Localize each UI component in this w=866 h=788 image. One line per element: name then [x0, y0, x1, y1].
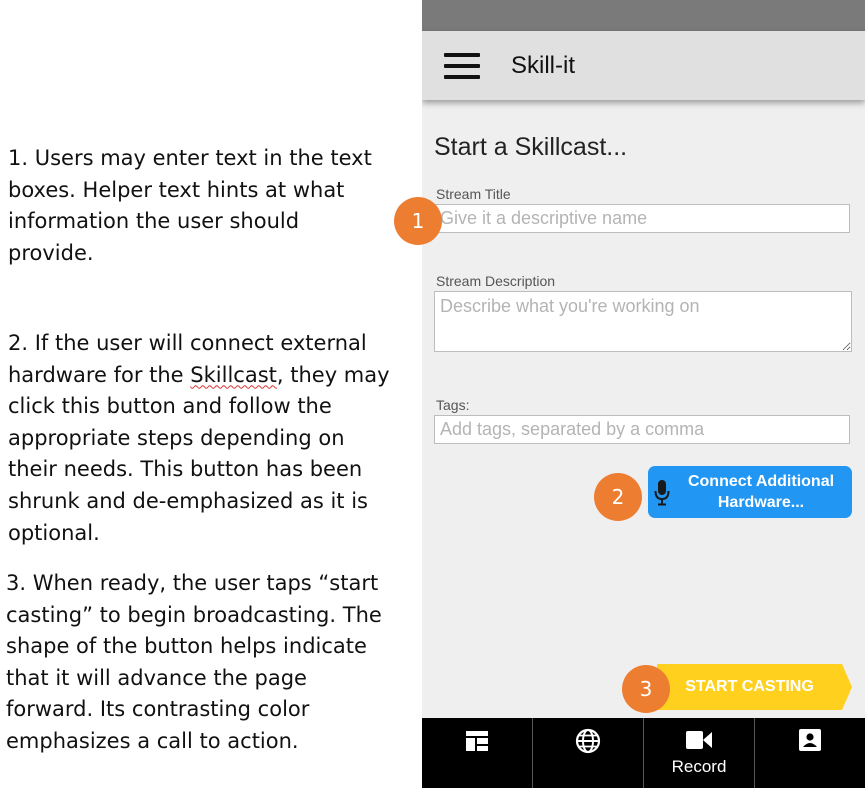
app-title: Skill-it — [511, 52, 575, 79]
annotation-2: 2. If the user will connect external har… — [8, 328, 390, 549]
start-casting-button[interactable]: START CASTING — [657, 664, 852, 710]
bottom-navigation: Record — [422, 718, 865, 788]
callout-marker-3: 3 — [622, 665, 670, 713]
microphone-icon — [654, 480, 670, 506]
nav-item-dashboard[interactable] — [422, 718, 532, 788]
status-bar — [422, 0, 865, 31]
tags-input[interactable] — [434, 415, 850, 444]
hamburger-menu-icon[interactable] — [444, 53, 480, 79]
nav-item-globe[interactable] — [532, 718, 643, 788]
callout-marker-2: 2 — [594, 473, 642, 521]
stream-title-input[interactable] — [434, 204, 850, 233]
callout-marker-1: 1 — [394, 197, 442, 245]
nav-item-account[interactable] — [754, 718, 865, 788]
nav-label-record: Record — [671, 757, 727, 776]
page-title: Start a Skillcast... — [434, 133, 628, 161]
stream-title-label: Stream Title — [436, 186, 511, 202]
stream-description-textarea[interactable] — [434, 291, 852, 352]
app-bar: Skill-it — [422, 31, 865, 100]
tags-label: Tags: — [436, 397, 470, 413]
account-box-icon — [799, 729, 821, 751]
video-camera-icon — [686, 731, 712, 749]
annotation-2-text-b: , they may click this button and follow … — [8, 362, 390, 545]
connect-hardware-button[interactable]: Connect Additional Hardware... — [648, 466, 852, 518]
start-casting-label: START CASTING — [685, 678, 814, 695]
connect-hardware-label: Connect Additional Hardware... — [687, 473, 835, 511]
nav-item-record[interactable]: Record — [643, 718, 754, 788]
annotation-1: 1. Users may enter text in the text boxe… — [8, 146, 372, 265]
dashboard-icon — [466, 731, 488, 751]
stream-description-label: Stream Description — [436, 273, 556, 289]
globe-icon — [575, 728, 601, 754]
annotation-3: 3. When ready, the user taps “start cast… — [6, 571, 382, 753]
annotation-2-spellcheck-word: Skillcast — [190, 362, 277, 387]
